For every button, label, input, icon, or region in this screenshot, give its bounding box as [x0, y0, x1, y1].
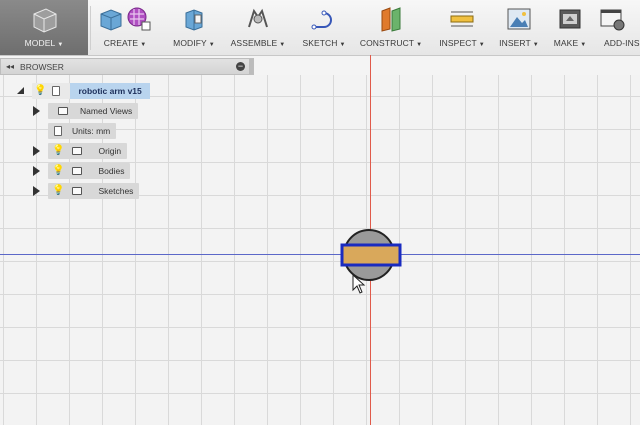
create-menu[interactable]: CREATE ▼ [92, 0, 158, 55]
tree-item-origin[interactable]: 💡 Origin [33, 142, 128, 159]
visibility-bulb-icon[interactable]: 💡 [52, 185, 64, 196]
addins-label: ADD-INS [604, 38, 640, 48]
tree-item-sketches[interactable]: 💡 Sketches [33, 182, 140, 199]
insert-menu[interactable]: INSERT ▼ [496, 0, 542, 55]
document-settings-icon [54, 125, 62, 136]
assemble-menu[interactable]: ASSEMBLE ▼ [226, 0, 290, 55]
joint-icon [248, 8, 268, 28]
create-label: CREATE [103, 38, 139, 48]
inspect-label: INSPECT [439, 38, 477, 48]
tree-item-named-views[interactable]: Named Views [33, 102, 139, 119]
pattern-grid-icon [127, 7, 151, 31]
tree-item-bodies[interactable]: 💡 Bodies [33, 162, 131, 179]
inspect-menu[interactable]: INSPECT ▼ [436, 0, 488, 55]
press-pull-icon [185, 9, 203, 31]
expand-icon[interactable] [33, 145, 40, 156]
folder-icon [72, 146, 83, 155]
image-insert-icon [507, 8, 531, 30]
plane-icon [381, 7, 401, 32]
tree-item-label: Bodies [98, 165, 125, 176]
tree-root[interactable]: 💡 robotic arm v15 [17, 82, 150, 99]
expand-root-icon[interactable] [17, 87, 24, 94]
folder-icon [58, 106, 68, 115]
model-cube-icon [33, 8, 57, 33]
construct-label: CONSTRUCT [359, 38, 415, 48]
model-workspace-button[interactable]: MODEL ▼ [0, 0, 88, 55]
assemble-label: ASSEMBLE [230, 38, 278, 48]
tree-item-label: Units: mm [72, 125, 111, 136]
toolbar-separator [90, 6, 91, 50]
y-axis-line [0, 254, 640, 255]
visibility-bulb-icon[interactable]: 💡 [34, 85, 46, 96]
folder-icon [72, 166, 83, 175]
expand-icon[interactable] [33, 105, 40, 116]
component-icon [52, 85, 61, 96]
visibility-bulb-icon[interactable]: 💡 [52, 145, 64, 156]
addins-menu[interactable]: ADD-INS [598, 0, 640, 55]
root-component-label: robotic arm v15 [78, 85, 142, 96]
modify-label: MODIFY [173, 38, 207, 48]
measure-icon [450, 11, 474, 27]
make-menu[interactable]: MAKE ▼ [550, 0, 590, 55]
expand-icon[interactable] [33, 165, 40, 176]
folder-icon [72, 186, 83, 195]
collapse-browser-icon[interactable]: ◂◂ [6, 62, 14, 71]
expand-icon[interactable] [33, 185, 40, 196]
make-label: MAKE [553, 38, 579, 48]
box-icon [100, 9, 122, 31]
mouse-cursor-icon [352, 274, 366, 294]
modify-menu[interactable]: MODIFY ▼ [168, 0, 220, 55]
tree-item-label: Sketches [98, 185, 134, 196]
sketch-menu[interactable]: SKETCH ▼ [298, 0, 350, 55]
tree-item-label: Origin [98, 145, 122, 156]
sketch-profile[interactable] [338, 228, 404, 284]
3d-print-icon [559, 9, 581, 29]
toolbar: MODEL ▼ CREATE ▼ MODIFY ▼ ASSEMBLE ▼ SKE… [0, 0, 640, 56]
insert-label: INSERT [499, 38, 531, 48]
sketch-label: SKETCH [302, 38, 338, 48]
scripts-addins-icon [600, 9, 625, 31]
tree-item-label: Named Views [80, 105, 133, 116]
sketch-arc-icon [311, 10, 332, 30]
selected-rectangle[interactable] [340, 243, 402, 267]
panel-grip[interactable] [249, 59, 253, 74]
visibility-bulb-icon[interactable]: 💡 [52, 165, 64, 176]
tree-item-units[interactable]: Units: mm [48, 122, 117, 139]
browser-title: BROWSER [20, 61, 64, 72]
model-label: MODEL [24, 38, 56, 48]
browser-header: ◂◂ BROWSER − [0, 58, 254, 75]
construct-menu[interactable]: CONSTRUCT ▼ [356, 0, 426, 55]
minimize-browser-icon[interactable]: − [236, 62, 245, 71]
